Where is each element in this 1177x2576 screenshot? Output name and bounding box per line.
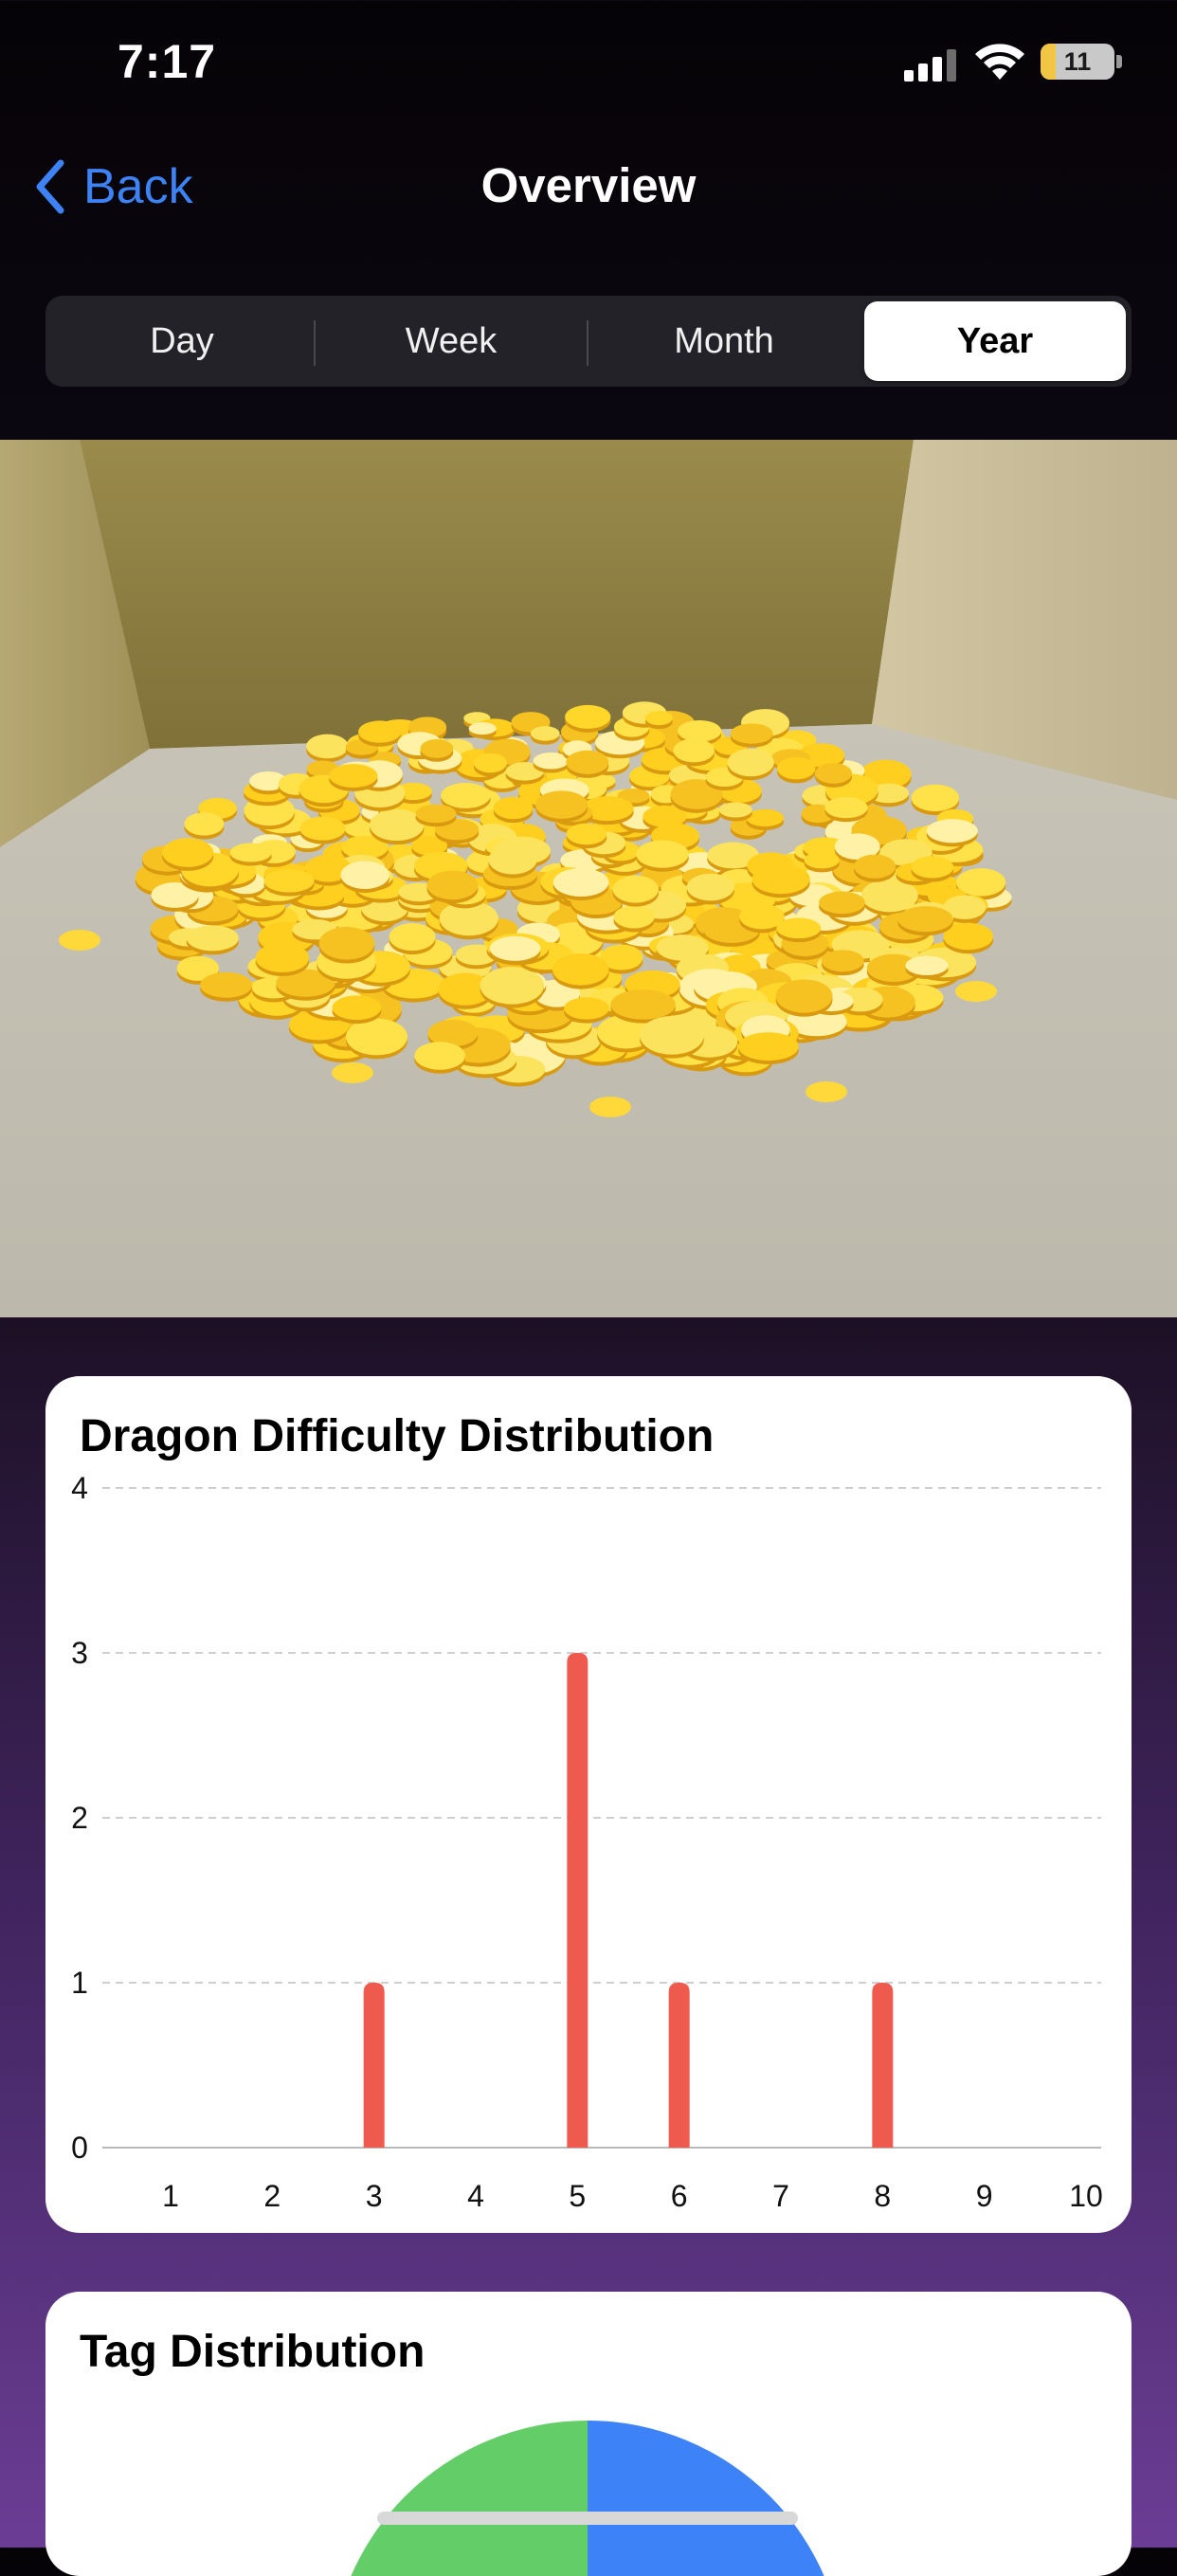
coin-pile-scene[interactable] xyxy=(0,440,1177,1317)
x-tick-label: 6 xyxy=(671,2179,688,2213)
pie-slice-blue xyxy=(588,2421,824,2576)
period-segmented-control: Day Week Month Year xyxy=(45,296,1132,387)
x-tick-label: 4 xyxy=(467,2179,484,2213)
segment-divider xyxy=(587,320,588,366)
y-tick-label: 4 xyxy=(71,1471,88,1505)
x-tick-label: 8 xyxy=(874,2179,891,2213)
battery-nub xyxy=(1116,55,1122,68)
difficulty-bar-chart: 0 1 2 3 4 1 2 3 4 5 6 7 8 9 10 xyxy=(71,1471,1103,2213)
tag-pie-chart xyxy=(351,2421,824,2576)
pie-slice-green xyxy=(351,2421,588,2576)
y-tick-label: 2 xyxy=(71,1801,88,1835)
wifi-icon xyxy=(975,44,1024,80)
bar[interactable] xyxy=(363,1983,385,2148)
y-tick-label: 3 xyxy=(71,1636,88,1670)
x-tick-label: 1 xyxy=(162,2179,179,2213)
segment-divider xyxy=(314,320,316,366)
x-tick-label: 9 xyxy=(976,2179,993,2213)
segment-year[interactable]: Year xyxy=(864,301,1126,381)
status-time: 7:17 xyxy=(118,35,217,88)
signal-bars-icon xyxy=(904,49,957,82)
page-title: Overview xyxy=(480,158,697,212)
x-tick-label: 7 xyxy=(772,2179,789,2213)
segment-month[interactable]: Month xyxy=(593,301,855,381)
battery-icon: 11 xyxy=(1041,44,1114,80)
x-tick-label: 2 xyxy=(263,2179,281,2213)
bar[interactable] xyxy=(668,1983,690,2148)
home-indicator[interactable] xyxy=(377,2512,798,2525)
bar[interactable] xyxy=(872,1983,894,2148)
segment-week[interactable]: Week xyxy=(320,301,582,381)
tag-chart-card: Tag Distribution xyxy=(45,2292,1132,2576)
x-tick-label: 3 xyxy=(366,2179,383,2213)
y-tick-label: 0 xyxy=(71,2131,88,2165)
x-tick-label: 10 xyxy=(1069,2179,1103,2213)
x-tick-label: 5 xyxy=(569,2179,586,2213)
battery-level: 11 xyxy=(1063,46,1092,76)
y-tick-label: 1 xyxy=(71,1966,88,2000)
difficulty-chart-card: Dragon Difficulty Distribution 012341234… xyxy=(45,1376,1132,2233)
bar[interactable] xyxy=(567,1653,588,2148)
segment-day[interactable]: Day xyxy=(51,301,313,381)
